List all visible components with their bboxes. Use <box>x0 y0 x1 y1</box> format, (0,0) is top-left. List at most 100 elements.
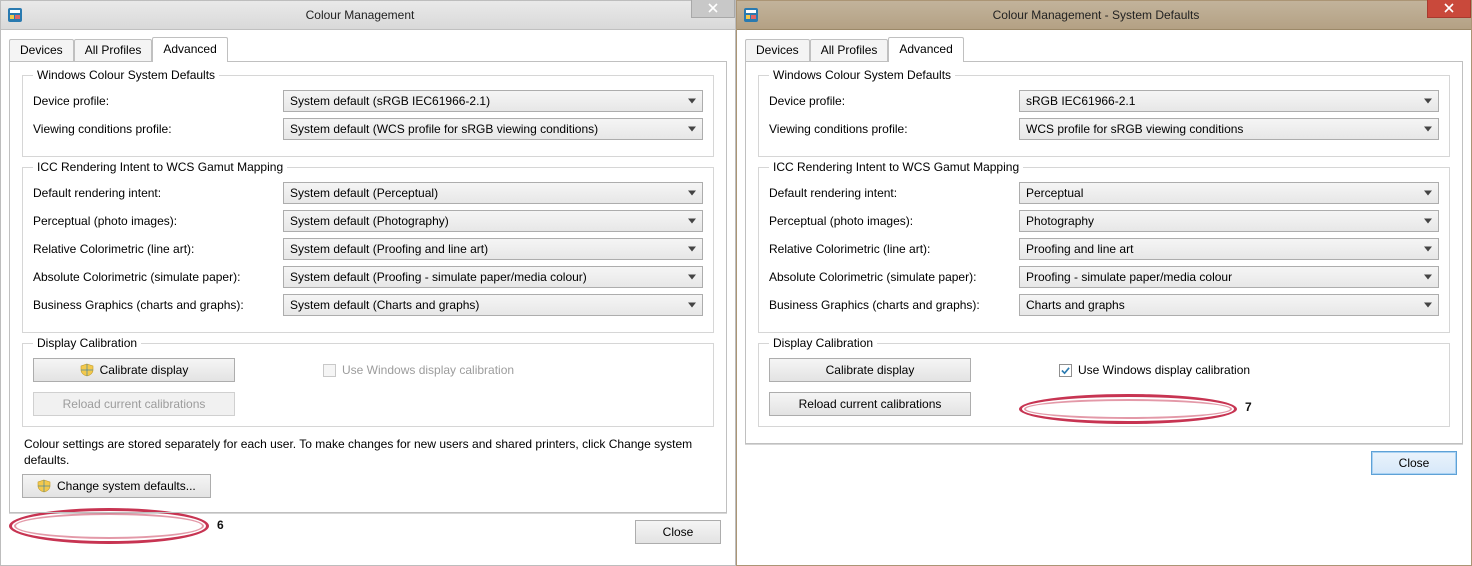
viewing-conditions-label: Viewing conditions profile: <box>33 122 283 136</box>
default-intent-value: System default (Perceptual) <box>290 186 438 200</box>
device-profile-label: Device profile: <box>33 94 283 108</box>
perceptual-value: System default (Photography) <box>290 214 449 228</box>
use-windows-calibration-checkbox[interactable]: Use Windows display calibration <box>1059 363 1250 377</box>
viewing-conditions-value: WCS profile for sRGB viewing conditions <box>1026 122 1243 136</box>
calibrate-display-label: Calibrate display <box>100 363 189 377</box>
checkbox-box <box>323 364 336 377</box>
default-intent-select[interactable]: System default (Perceptual) <box>283 182 703 204</box>
window-colour-management: Colour Management Devices All Profiles A… <box>0 0 736 566</box>
business-label: Business Graphics (charts and graphs): <box>769 298 1019 312</box>
calibrate-display-label: Calibrate display <box>826 363 915 377</box>
calibrate-display-button[interactable]: Calibrate display <box>769 358 971 382</box>
group-display-calibration: Display Calibration Calibrate display Us… <box>22 343 714 427</box>
device-profile-select[interactable]: sRGB IEC61966-2.1 <box>1019 90 1439 112</box>
absolute-select[interactable]: System default (Proofing - simulate pape… <box>283 266 703 288</box>
titlebar[interactable]: Colour Management <box>1 1 735 30</box>
app-icon <box>743 7 759 23</box>
default-intent-select[interactable]: Perceptual <box>1019 182 1439 204</box>
business-value: Charts and graphs <box>1026 298 1125 312</box>
checkbox-label: Use Windows display calibration <box>342 363 514 377</box>
tabstrip: Devices All Profiles Advanced <box>9 39 727 62</box>
absolute-value: Proofing - simulate paper/media colour <box>1026 270 1232 284</box>
window-title: Colour Management <box>29 8 691 22</box>
tab-devices[interactable]: Devices <box>745 39 810 61</box>
device-profile-label: Device profile: <box>769 94 1019 108</box>
default-intent-label: Default rendering intent: <box>33 186 283 200</box>
group-legend: Windows Colour System Defaults <box>769 68 955 82</box>
close-icon <box>1444 3 1454 13</box>
perceptual-value: Photography <box>1026 214 1094 228</box>
device-profile-value: System default (sRGB IEC61966-2.1) <box>290 94 490 108</box>
reload-calibrations-button[interactable]: Reload current calibrations <box>769 392 971 416</box>
change-system-defaults-label: Change system defaults... <box>57 479 196 493</box>
tabstrip: Devices All Profiles Advanced <box>745 39 1463 62</box>
window-colour-management-system-defaults: Colour Management - System Defaults Devi… <box>736 0 1472 566</box>
absolute-select[interactable]: Proofing - simulate paper/media colour <box>1019 266 1439 288</box>
app-icon <box>7 7 23 23</box>
client-area: Devices All Profiles Advanced Windows Co… <box>1 30 735 565</box>
checkbox-label: Use Windows display calibration <box>1078 363 1250 377</box>
default-intent-value: Perceptual <box>1026 186 1083 200</box>
default-intent-label: Default rendering intent: <box>769 186 1019 200</box>
client-area: Devices All Profiles Advanced Windows Co… <box>737 30 1471 565</box>
perceptual-label: Perceptual (photo images): <box>769 214 1019 228</box>
close-button[interactable] <box>1427 0 1471 18</box>
close-icon <box>708 3 718 13</box>
absolute-label: Absolute Colorimetric (simulate paper): <box>33 270 283 284</box>
group-windows-defaults: Windows Colour System Defaults Device pr… <box>758 75 1450 157</box>
hint-text: Colour settings are stored separately fo… <box>24 437 712 468</box>
relative-label: Relative Colorimetric (line art): <box>33 242 283 256</box>
business-select[interactable]: Charts and graphs <box>1019 294 1439 316</box>
business-select[interactable]: System default (Charts and graphs) <box>283 294 703 316</box>
uac-shield-icon <box>37 479 51 493</box>
viewing-conditions-select[interactable]: System default (WCS profile for sRGB vie… <box>283 118 703 140</box>
viewing-conditions-select[interactable]: WCS profile for sRGB viewing conditions <box>1019 118 1439 140</box>
relative-select[interactable]: System default (Proofing and line art) <box>283 238 703 260</box>
uac-shield-icon <box>80 363 94 377</box>
dialog-footer: Close <box>745 444 1463 481</box>
group-icc-mapping: ICC Rendering Intent to WCS Gamut Mappin… <box>758 167 1450 333</box>
close-label: Close <box>1399 456 1430 470</box>
window-title: Colour Management - System Defaults <box>765 8 1427 22</box>
dialog-footer: Close <box>9 513 727 550</box>
relative-label: Relative Colorimetric (line art): <box>769 242 1019 256</box>
relative-value: System default (Proofing and line art) <box>290 242 488 256</box>
group-display-calibration: Display Calibration Calibrate display Us… <box>758 343 1450 427</box>
tab-advanced[interactable]: Advanced <box>152 37 227 61</box>
reload-calibrations-label: Reload current calibrations <box>799 397 942 411</box>
group-legend: Display Calibration <box>769 336 877 350</box>
relative-value: Proofing and line art <box>1026 242 1133 256</box>
relative-select[interactable]: Proofing and line art <box>1019 238 1439 260</box>
reload-calibrations-label: Reload current calibrations <box>63 397 206 411</box>
viewing-conditions-label: Viewing conditions profile: <box>769 122 1019 136</box>
group-icc-mapping: ICC Rendering Intent to WCS Gamut Mappin… <box>22 167 714 333</box>
perceptual-label: Perceptual (photo images): <box>33 214 283 228</box>
business-label: Business Graphics (charts and graphs): <box>33 298 283 312</box>
close-dialog-button[interactable]: Close <box>1371 451 1457 475</box>
business-value: System default (Charts and graphs) <box>290 298 479 312</box>
titlebar[interactable]: Colour Management - System Defaults <box>737 1 1471 30</box>
device-profile-select[interactable]: System default (sRGB IEC61966-2.1) <box>283 90 703 112</box>
calibrate-display-button[interactable]: Calibrate display <box>33 358 235 382</box>
viewing-conditions-value: System default (WCS profile for sRGB vie… <box>290 122 598 136</box>
tab-advanced[interactable]: Advanced <box>888 37 963 61</box>
group-windows-defaults: Windows Colour System Defaults Device pr… <box>22 75 714 157</box>
absolute-label: Absolute Colorimetric (simulate paper): <box>769 270 1019 284</box>
group-legend: ICC Rendering Intent to WCS Gamut Mappin… <box>769 160 1023 174</box>
tab-devices[interactable]: Devices <box>9 39 74 61</box>
perceptual-select[interactable]: System default (Photography) <box>283 210 703 232</box>
tab-all-profiles[interactable]: All Profiles <box>810 39 889 61</box>
perceptual-select[interactable]: Photography <box>1019 210 1439 232</box>
use-windows-calibration-checkbox: Use Windows display calibration <box>323 363 514 377</box>
group-legend: Display Calibration <box>33 336 141 350</box>
group-legend: Windows Colour System Defaults <box>33 68 219 82</box>
reload-calibrations-button: Reload current calibrations <box>33 392 235 416</box>
close-button[interactable] <box>691 0 735 18</box>
change-system-defaults-button[interactable]: Change system defaults... <box>22 474 211 498</box>
device-profile-value: sRGB IEC61966-2.1 <box>1026 94 1135 108</box>
check-icon <box>1061 366 1070 375</box>
tab-all-profiles[interactable]: All Profiles <box>74 39 153 61</box>
close-dialog-button[interactable]: Close <box>635 520 721 544</box>
close-label: Close <box>663 525 694 539</box>
group-legend: ICC Rendering Intent to WCS Gamut Mappin… <box>33 160 287 174</box>
